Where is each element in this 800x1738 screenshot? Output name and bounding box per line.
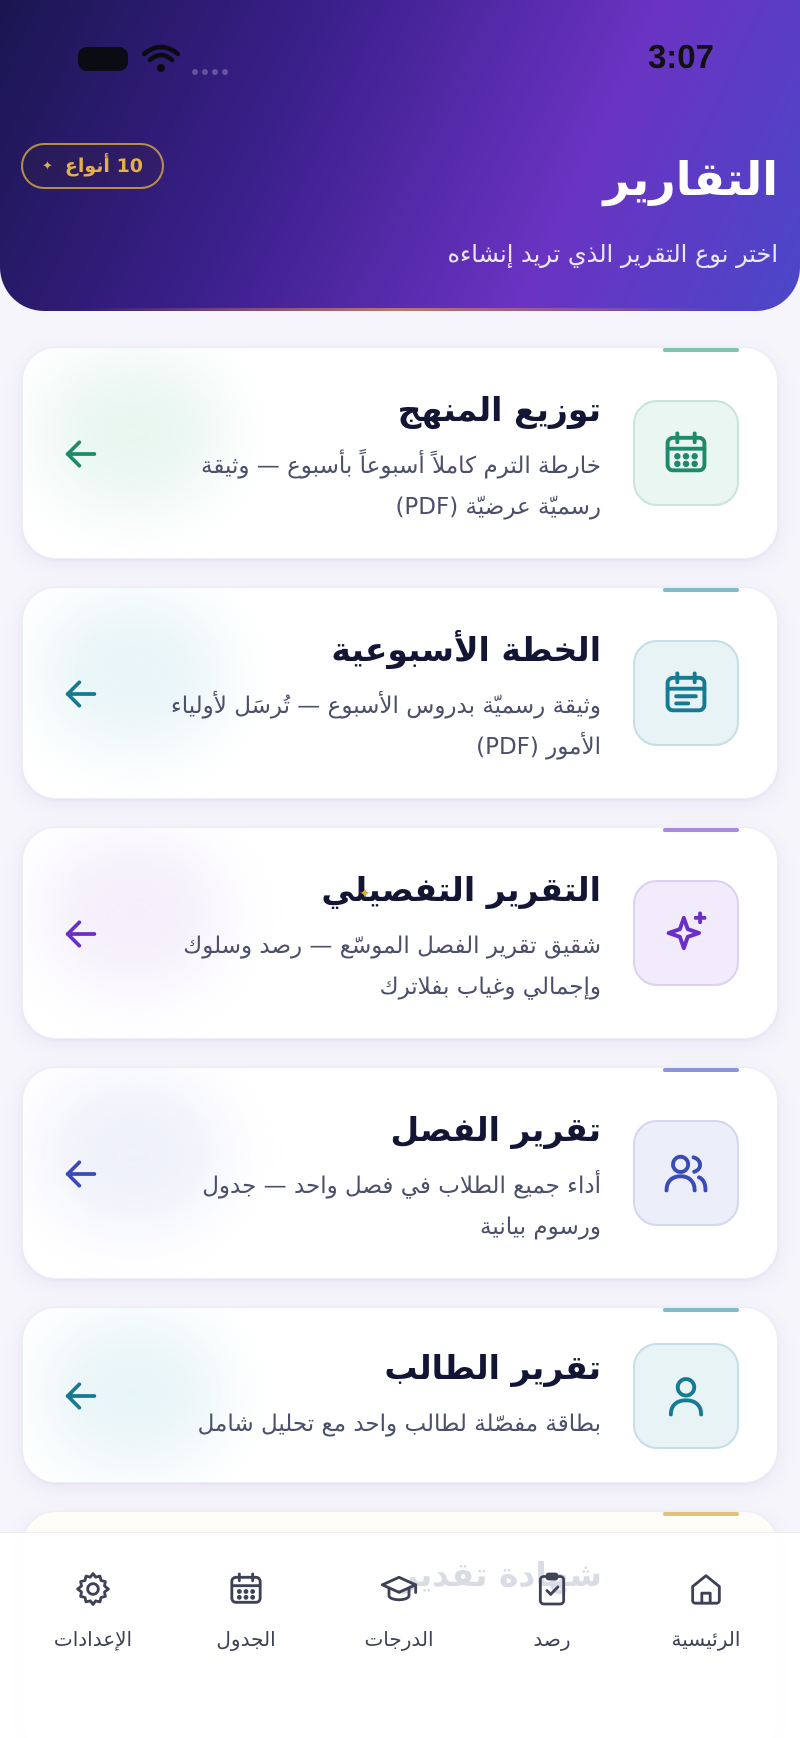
- card-title: الخطة الأسبوعية: [331, 630, 601, 669]
- arrow-left-icon: [65, 1382, 97, 1410]
- card-description: أداء جميع الطلاب في فصل واحد — جدول ورسو…: [202, 1173, 601, 1240]
- accent-line: [663, 828, 739, 832]
- star-icon: ✦: [359, 886, 371, 902]
- accent-line: [663, 1512, 739, 1516]
- gear-icon: [76, 1572, 110, 1606]
- card-description: وثيقة رسميّة بدروس الأسبوع — تُرسَل لأول…: [170, 693, 601, 760]
- nav-monitoring[interactable]: رصد: [492, 1569, 612, 1651]
- clipboard-check-icon: [538, 1572, 566, 1606]
- status-bar: 3:07: [0, 0, 800, 110]
- card-description: خارطة الترم كاملاً أسبوعاً بأسبوع — وثيق…: [201, 453, 601, 520]
- nav-home[interactable]: الرئيسية: [646, 1569, 766, 1651]
- calendar-grid-icon: [633, 400, 739, 506]
- header: 3:07 10 أنواع ✦ التقارير اختر نوع التقري…: [0, 0, 800, 311]
- nav-label: الجدول: [216, 1627, 276, 1651]
- wifi-icon: [142, 44, 180, 72]
- accent-line: [663, 1068, 739, 1072]
- nav-schedule[interactable]: الجدول: [186, 1569, 306, 1651]
- accent-line: [663, 348, 739, 352]
- arrow-left-icon: [65, 680, 97, 708]
- accent-line: [663, 1308, 739, 1312]
- user-icon: [633, 1343, 739, 1449]
- nav-settings[interactable]: الإعدادات: [33, 1569, 153, 1651]
- report-card-student[interactable]: تقرير الطالب بطاقة مفصّلة لطالب واحد مع …: [22, 1307, 778, 1483]
- card-description: شقيق تقرير الفصل الموسّع — رصد وسلوك وإج…: [183, 933, 601, 1000]
- report-card-weekly-plan[interactable]: الخطة الأسبوعية وثيقة رسميّة بدروس الأسب…: [22, 587, 778, 799]
- page-subtitle: اختر نوع التقرير الذي تريد إنشاءه: [447, 240, 778, 268]
- graduation-cap-icon: [380, 1575, 418, 1602]
- page-title: التقارير: [603, 152, 778, 206]
- bottom-nav: شهادة تقدير الرئيسية رصد الدرجات الجدول …: [0, 1532, 800, 1738]
- nav-label: رصد: [533, 1627, 571, 1651]
- accent-line: [663, 588, 739, 592]
- sparkles-icon: [633, 880, 739, 986]
- arrow-left-icon: [65, 920, 97, 948]
- nav-grades[interactable]: الدرجات: [339, 1569, 459, 1651]
- report-card-curriculum[interactable]: توزيع المنهج خارطة الترم كاملاً أسبوعاً …: [22, 347, 778, 559]
- report-card-detailed[interactable]: التقرير التفصيلي ✦ شقيق تقرير الفصل المو…: [22, 827, 778, 1039]
- calendar-lines-icon: [633, 640, 739, 746]
- status-time: 3:07: [647, 38, 714, 75]
- nav-label: الرئيسية: [671, 1627, 741, 1651]
- users-icon: [633, 1120, 739, 1226]
- signal-icon: [192, 60, 234, 75]
- nav-label: الدرجات: [364, 1627, 434, 1651]
- sparkle-icon: ✦: [41, 158, 53, 174]
- calendar-icon: [230, 1572, 262, 1604]
- arrow-left-icon: [65, 440, 97, 468]
- arrow-left-icon: [65, 1160, 97, 1188]
- card-title: توزيع المنهج: [397, 390, 601, 429]
- badge-label: 10 أنواع: [64, 155, 144, 177]
- types-count-badge: 10 أنواع ✦: [21, 143, 164, 189]
- card-title: تقرير الطالب: [384, 1348, 601, 1387]
- battery-icon: [78, 47, 128, 71]
- card-description: بطاقة مفصّلة لطالب واحد مع تحليل شامل: [197, 1411, 601, 1437]
- home-icon: [691, 1574, 721, 1605]
- report-card-class[interactable]: تقرير الفصل أداء جميع الطلاب في فصل واحد…: [22, 1067, 778, 1279]
- nav-label: الإعدادات: [53, 1627, 133, 1651]
- card-title: تقرير الفصل: [390, 1110, 601, 1149]
